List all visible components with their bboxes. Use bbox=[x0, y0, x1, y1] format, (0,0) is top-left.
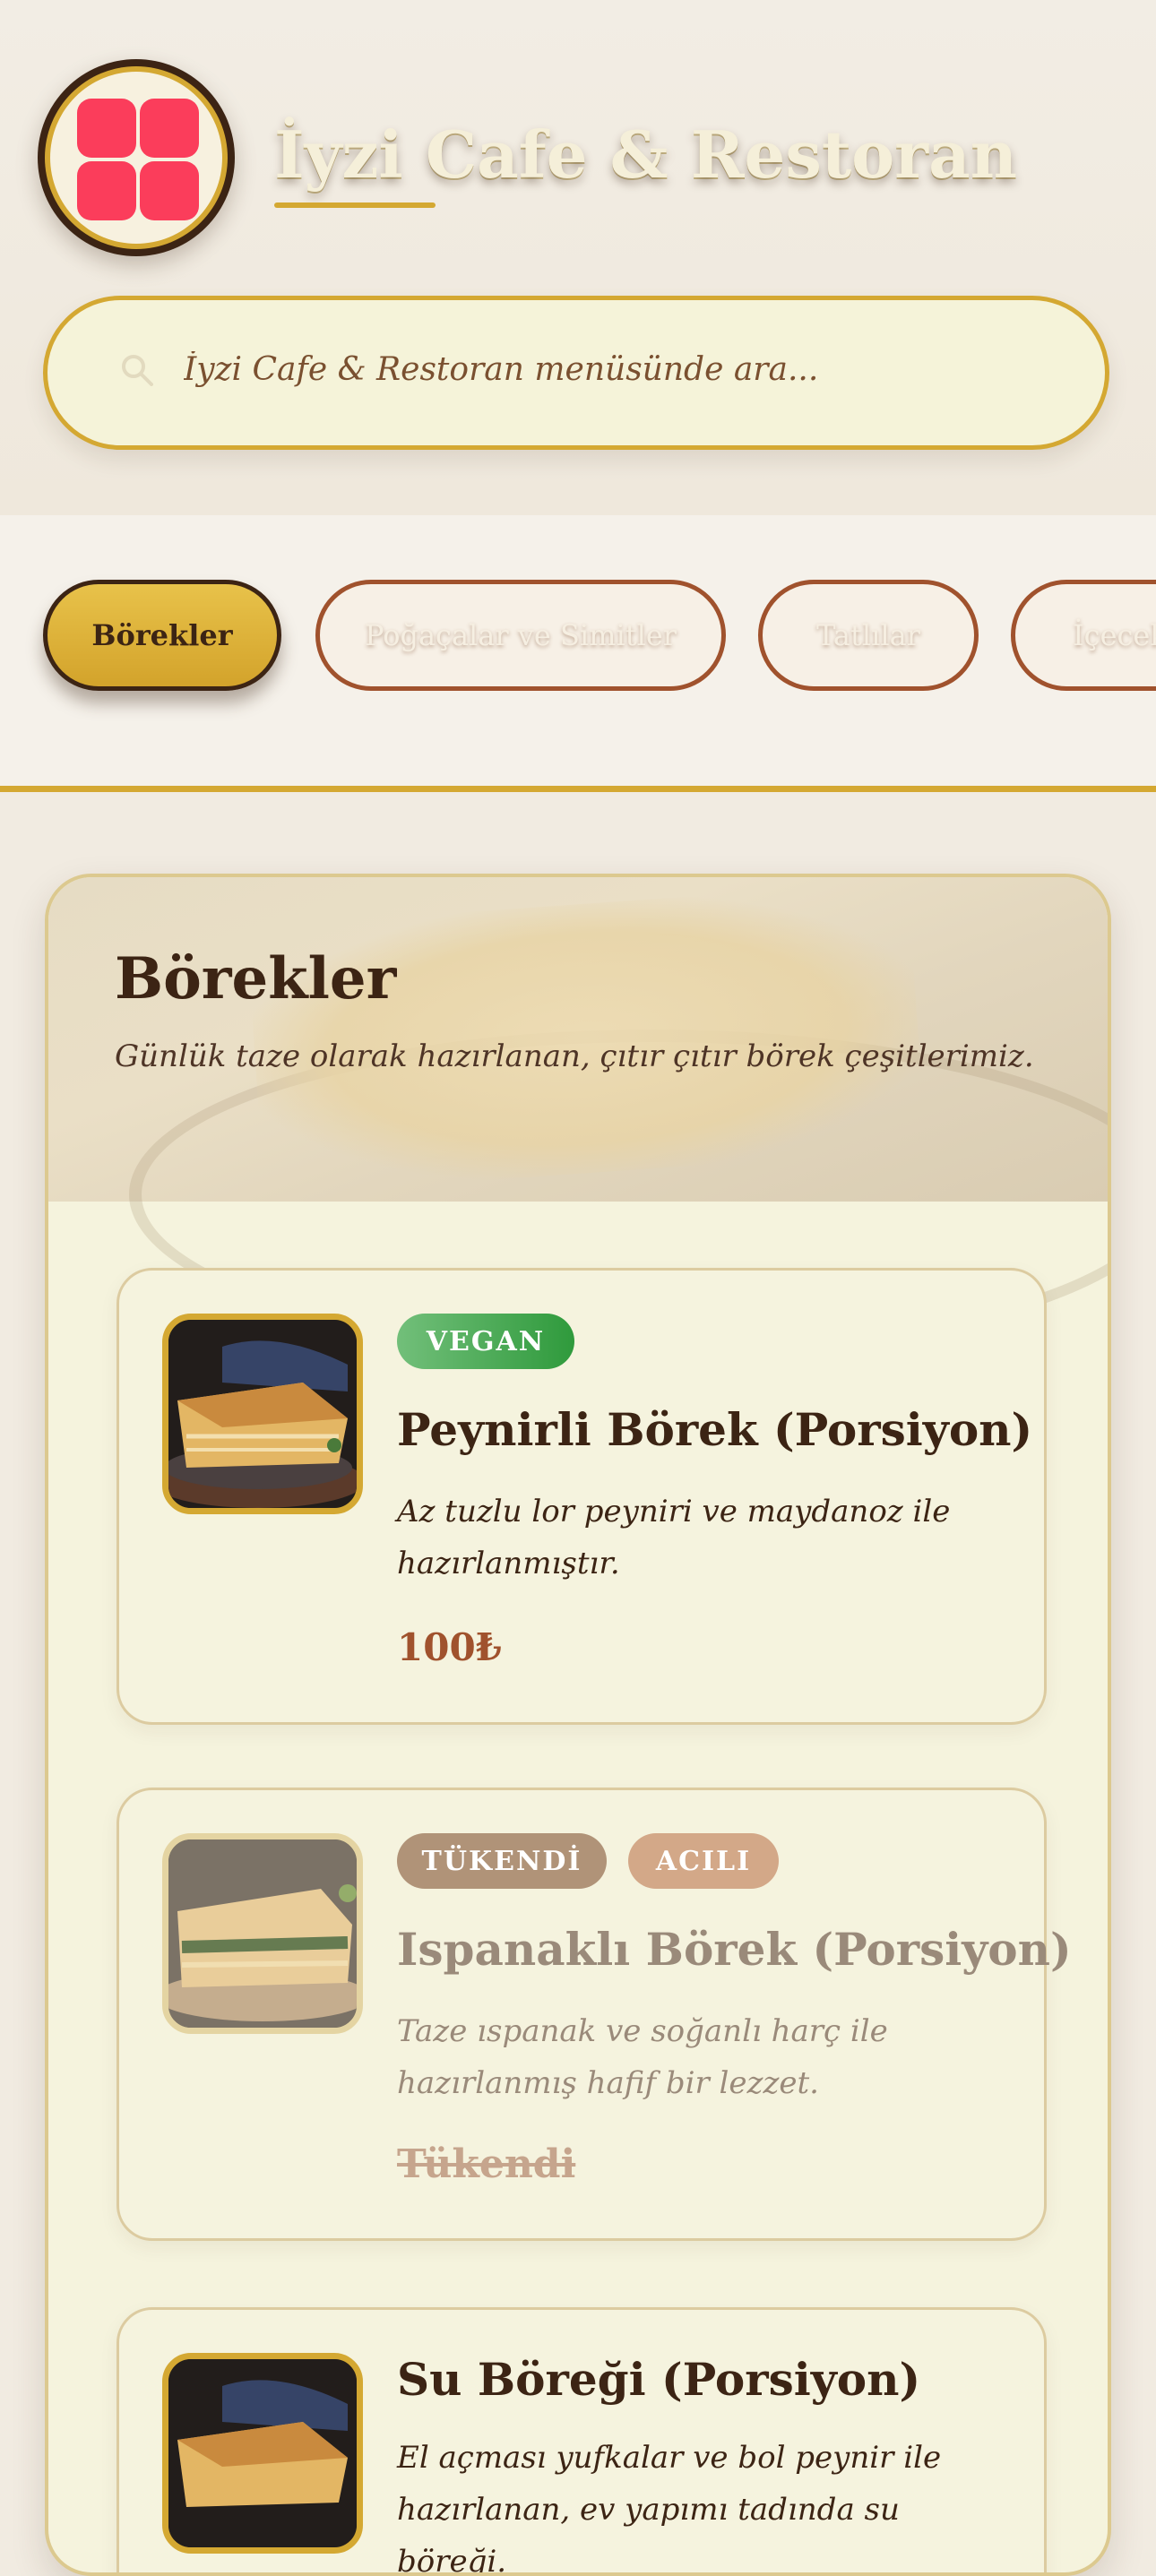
item-price: 100₺ bbox=[397, 1625, 502, 1669]
app-grid-icon bbox=[50, 72, 222, 244]
category-section: Börekler Günlük taze olarak hazırlanan, … bbox=[45, 874, 1111, 2576]
badge-sold-out: TÜKENDİ bbox=[397, 1833, 607, 1889]
search-bar[interactable] bbox=[43, 296, 1109, 450]
header: İyzi Cafe & Restoran bbox=[0, 0, 1156, 515]
sold-out-status: Tükendi bbox=[397, 2141, 576, 2187]
item-name: Su Böreği (Porsiyon) bbox=[397, 2353, 921, 2406]
item-name: Peynirli Börek (Porsiyon) bbox=[397, 1403, 1033, 1456]
menu-item[interactable]: VEGAN Peynirli Börek (Porsiyon) Az tuzlu… bbox=[116, 1268, 1047, 1725]
item-photo bbox=[162, 1833, 363, 2034]
borek-photo-icon bbox=[168, 1839, 357, 2028]
item-description: Az tuzlu lor peyniri ve maydanoz ile haz… bbox=[397, 1494, 951, 1581]
item-description: Taze ıspanak ve soğanlı harç ile hazırla… bbox=[397, 2013, 888, 2101]
item-photo bbox=[162, 2353, 363, 2554]
brand-title: İyzi Cafe & Restoran bbox=[274, 116, 1018, 193]
tab-tatlilar[interactable]: Tatlılar bbox=[758, 580, 979, 691]
badge-spicy: ACILI bbox=[628, 1833, 779, 1889]
logo[interactable] bbox=[38, 59, 235, 256]
badge-vegan: VEGAN bbox=[397, 1314, 574, 1369]
menu-item[interactable]: TÜKENDİ ACILI Ispanaklı Börek (Porsiyon)… bbox=[116, 1788, 1072, 2241]
borek-photo-icon bbox=[168, 2359, 357, 2547]
item-photo bbox=[162, 1314, 363, 1514]
section-title: Börekler bbox=[115, 945, 397, 1012]
brand-underline bbox=[274, 202, 436, 208]
tab-icecek[interactable]: İçecek bbox=[1011, 580, 1156, 691]
search-input[interactable] bbox=[182, 350, 992, 389]
category-tabs: Börekler Poğaçalar ve Simitler Tatlılar … bbox=[0, 515, 1156, 792]
tab-pogacalar-ve-simitler[interactable]: Poğaçalar ve Simitler bbox=[315, 580, 726, 691]
item-name: Ispanaklı Börek (Porsiyon) bbox=[397, 1923, 1072, 1976]
menu-item[interactable]: Su Böreği (Porsiyon) El açması yufkalar … bbox=[116, 2307, 1047, 2576]
tab-borekler[interactable]: Börekler bbox=[43, 580, 281, 691]
section-description: Günlük taze olarak hazırlanan, çıtır çıt… bbox=[115, 1038, 1034, 1074]
search-icon bbox=[122, 355, 153, 386]
item-description: El açması yufkalar ve bol peynir ile haz… bbox=[397, 2440, 942, 2576]
borek-photo-icon bbox=[168, 1320, 357, 1508]
